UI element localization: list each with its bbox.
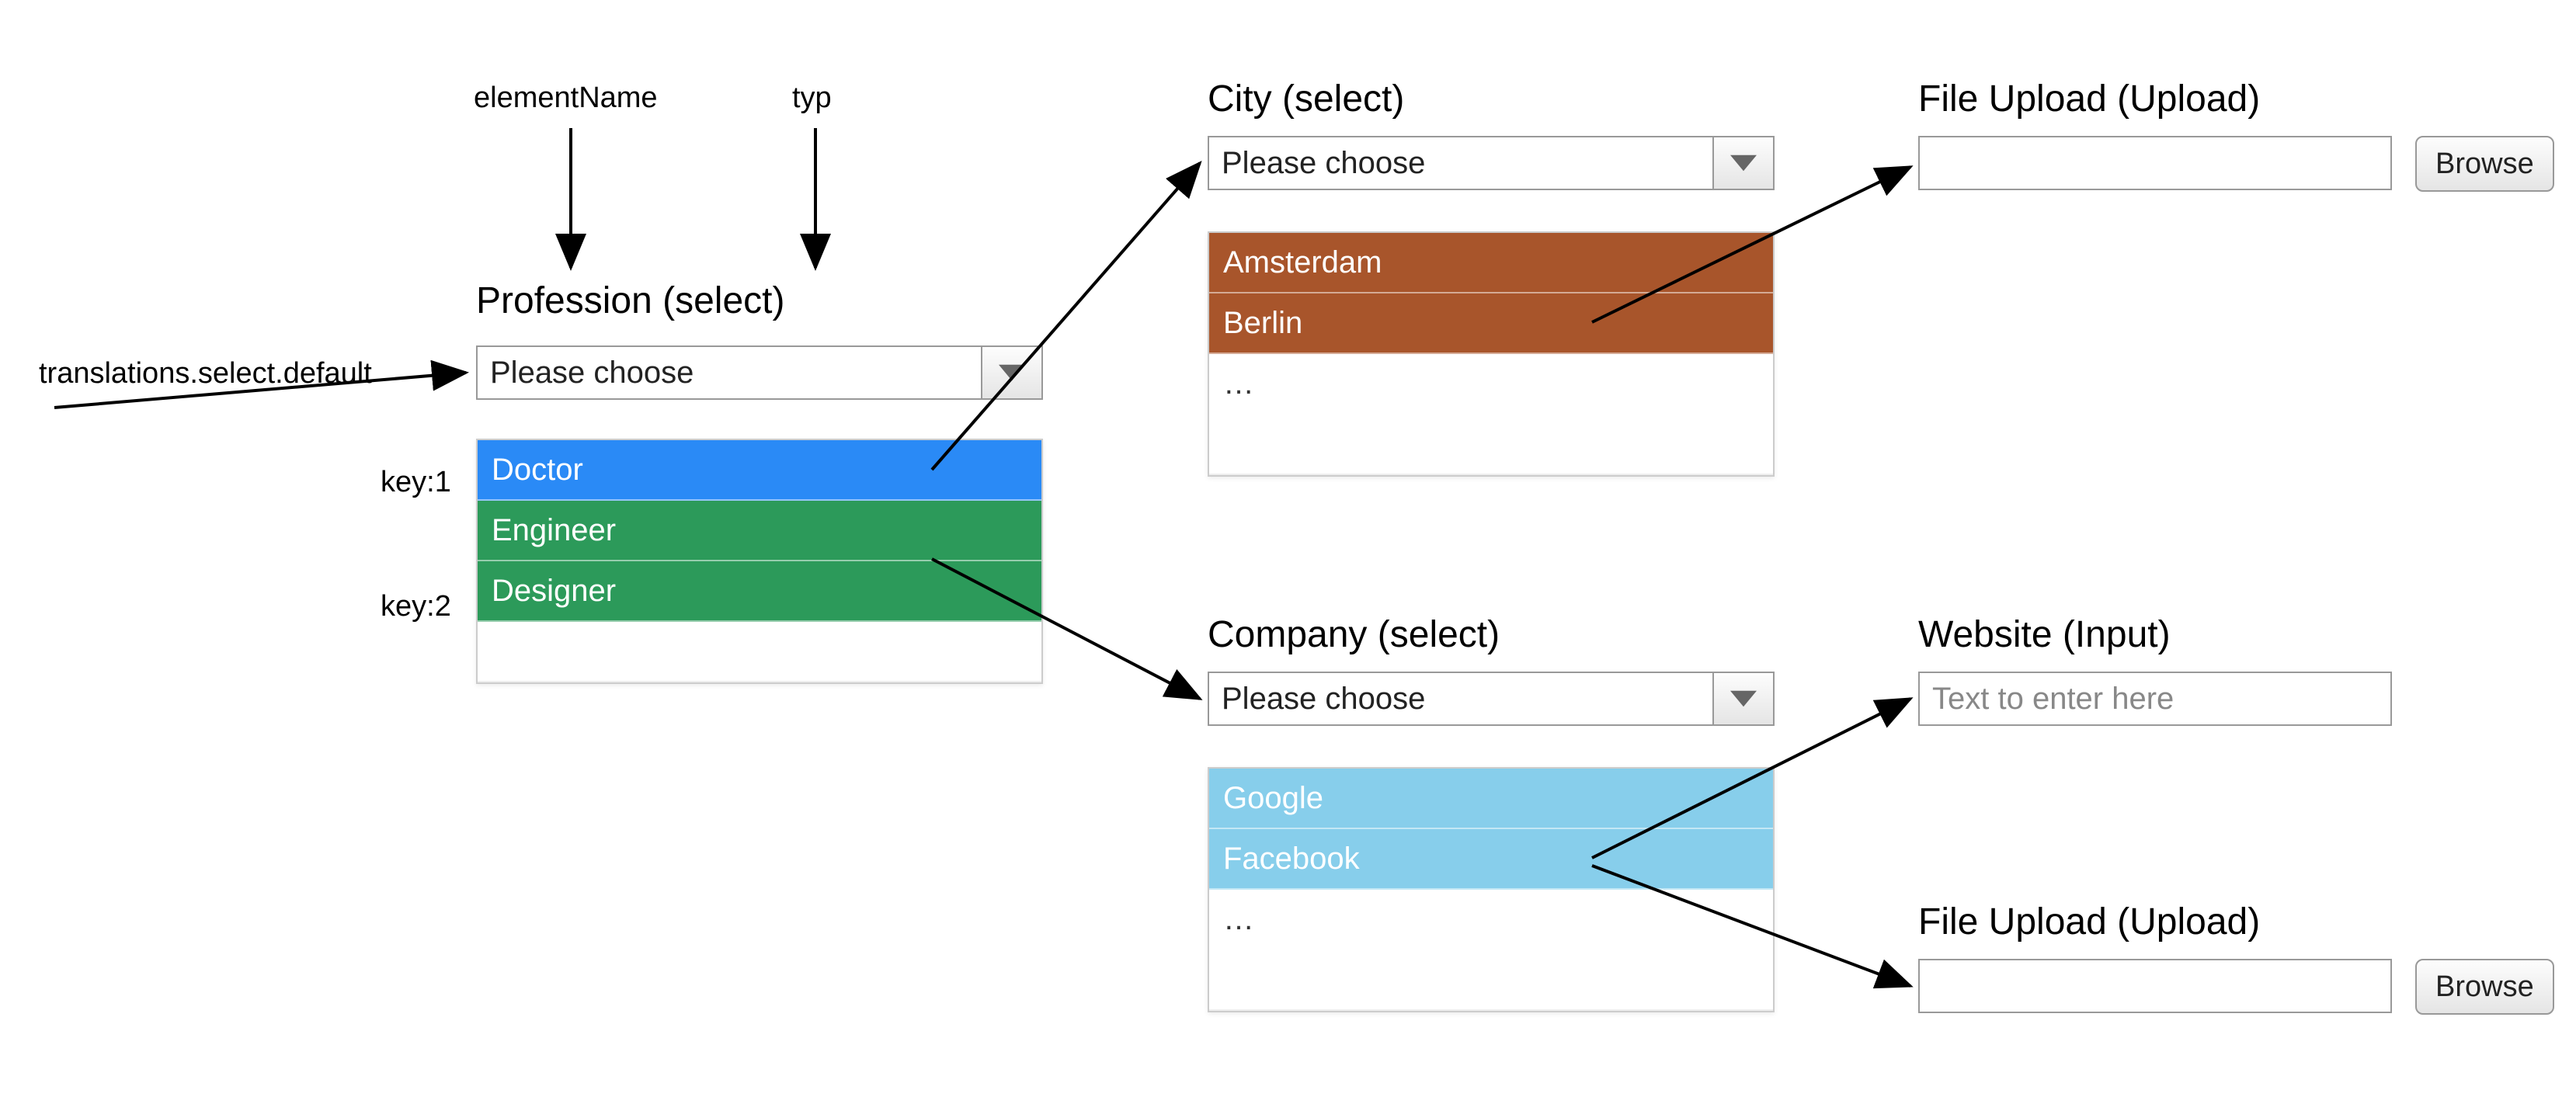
- company-option-facebook[interactable]: Facebook: [1209, 829, 1773, 890]
- company-options-list: Google Facebook …: [1208, 767, 1775, 1012]
- company-option-google[interactable]: Google: [1209, 769, 1773, 829]
- city-select-value: Please choose: [1209, 137, 1712, 189]
- file-upload-2-label: File Upload (Upload): [1918, 901, 2260, 943]
- city-label: City (select): [1208, 78, 1404, 120]
- annotation-key1: key:1: [381, 466, 451, 499]
- city-option-amsterdam[interactable]: Amsterdam: [1209, 233, 1773, 293]
- file-upload-1-browse-button[interactable]: Browse: [2415, 136, 2554, 192]
- profession-label: Profession (select): [476, 279, 784, 322]
- profession-select[interactable]: Please choose: [476, 345, 1043, 400]
- company-select-value: Please choose: [1209, 673, 1712, 724]
- file-upload-1-input[interactable]: [1918, 136, 2392, 190]
- profession-option-engineer[interactable]: Engineer: [478, 501, 1041, 561]
- file-upload-2-browse-button[interactable]: Browse: [2415, 959, 2554, 1015]
- profession-option-empty: [478, 622, 1041, 682]
- city-option-ellipsis: …: [1209, 354, 1773, 415]
- file-upload-1-label: File Upload (Upload): [1918, 78, 2260, 120]
- chevron-down-icon: [1712, 137, 1773, 189]
- profession-option-designer[interactable]: Designer: [478, 561, 1041, 622]
- city-options-list: Amsterdam Berlin …: [1208, 231, 1775, 477]
- annotation-elementname: elementName: [474, 82, 658, 115]
- website-label: Website (Input): [1918, 613, 2171, 656]
- city-option-berlin[interactable]: Berlin: [1209, 293, 1773, 354]
- profession-select-value: Please choose: [478, 347, 981, 398]
- file-upload-2-input[interactable]: [1918, 959, 2392, 1013]
- chevron-down-icon: [981, 347, 1041, 398]
- company-label: Company (select): [1208, 613, 1500, 656]
- city-select[interactable]: Please choose: [1208, 136, 1775, 190]
- company-option-ellipsis: …: [1209, 890, 1773, 950]
- annotation-translations-default: translations.select.default: [39, 357, 372, 391]
- annotation-key2: key:2: [381, 590, 451, 623]
- company-select[interactable]: Please choose: [1208, 672, 1775, 726]
- annotation-typ: typ: [792, 82, 832, 115]
- chevron-down-icon: [1712, 673, 1773, 724]
- profession-options-list: Doctor Engineer Designer: [476, 439, 1043, 684]
- company-option-empty: [1209, 950, 1773, 1011]
- profession-option-doctor[interactable]: Doctor: [478, 440, 1041, 501]
- website-input[interactable]: Text to enter here: [1918, 672, 2392, 726]
- city-option-empty: [1209, 415, 1773, 475]
